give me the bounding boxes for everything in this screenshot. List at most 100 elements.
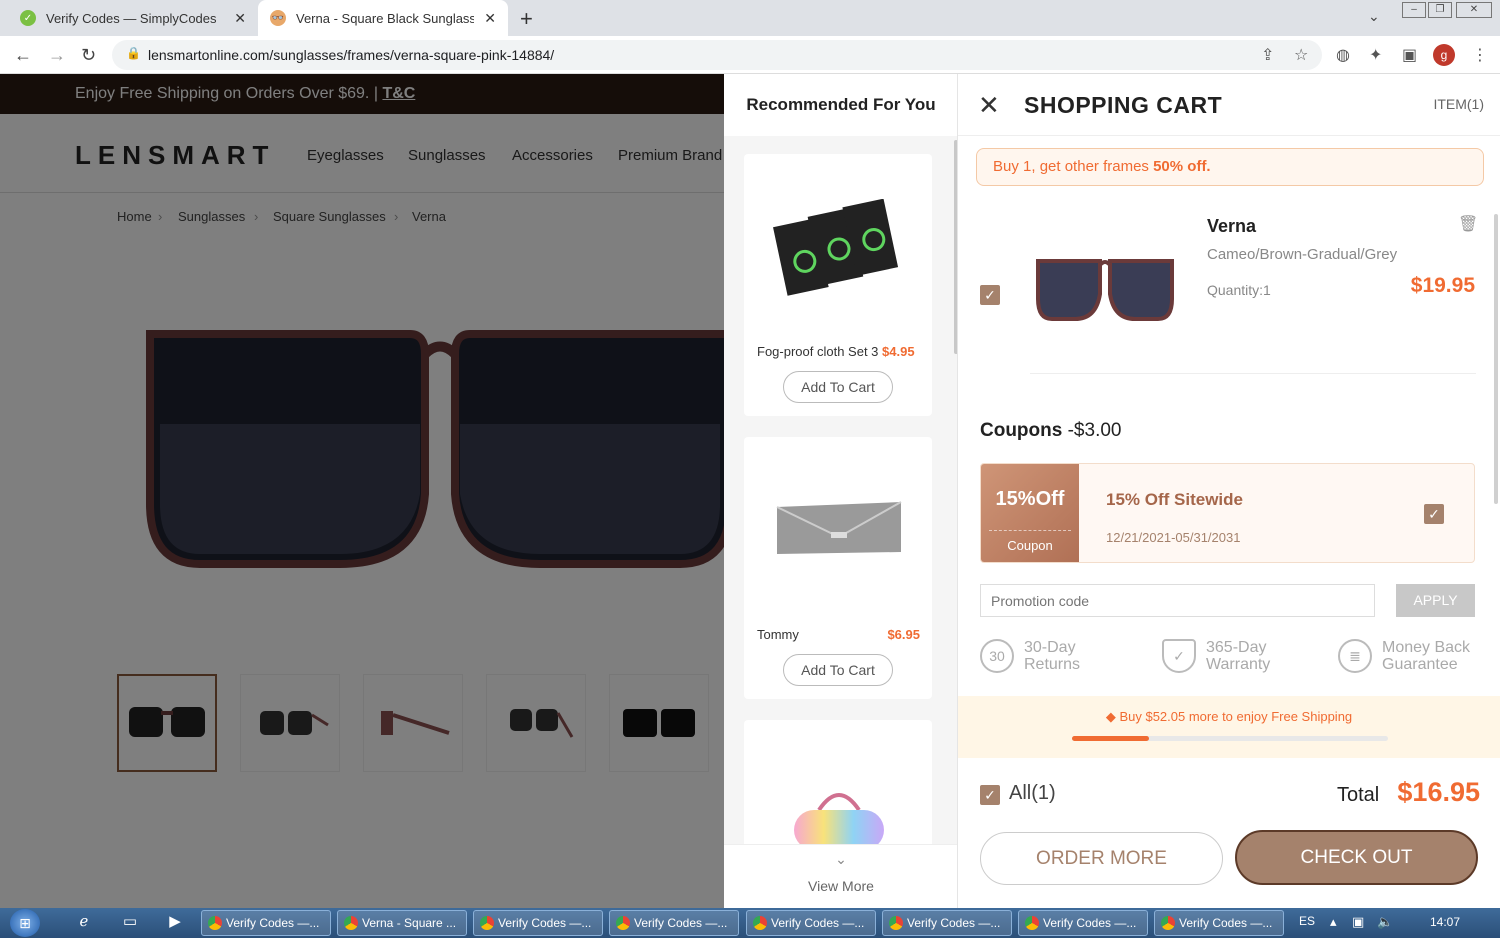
product-checkbox[interactable]: ✓ bbox=[980, 285, 1000, 305]
close-icon[interactable]: ✕ bbox=[978, 90, 1000, 121]
cart-scrollbar[interactable] bbox=[1494, 214, 1498, 504]
modal-overlay[interactable] bbox=[0, 74, 724, 908]
product-price: $19.95 bbox=[1410, 274, 1475, 297]
recommended-item-price: $6.95 bbox=[887, 627, 920, 642]
minimize-button[interactable]: – bbox=[1402, 2, 1426, 18]
coupons-heading: Coupons -$3.00 bbox=[980, 420, 1121, 442]
forward-icon[interactable]: → bbox=[48, 45, 66, 66]
taskbar-window-button[interactable]: Verify Codes —... bbox=[201, 910, 331, 936]
taskbar-clock[interactable]: 14:07 bbox=[1430, 915, 1460, 929]
reload-icon[interactable]: ↻ bbox=[81, 45, 96, 66]
tab-search-icon[interactable]: ⌄ bbox=[1368, 8, 1380, 25]
taskbar-window-button[interactable]: Verify Codes —... bbox=[746, 910, 876, 936]
apply-button[interactable]: APPLY bbox=[1396, 584, 1475, 617]
shipping-message: Buy $52.05 more to enjoy Free Shipping bbox=[1119, 709, 1353, 724]
order-more-button[interactable]: ORDER MORE bbox=[980, 832, 1223, 885]
chrome-icon bbox=[208, 916, 222, 930]
new-tab-button[interactable]: + bbox=[520, 6, 533, 32]
select-all-checkbox[interactable]: ✓ bbox=[980, 785, 1000, 805]
add-to-cart-button[interactable]: Add To Cart bbox=[783, 654, 893, 686]
product-image bbox=[1036, 259, 1174, 321]
tag-icon: ◆ bbox=[1105, 709, 1116, 724]
volume-icon[interactable]: 🔈 bbox=[1377, 914, 1393, 930]
recommended-item-name: Fog-proof cloth Set 3 $4.95 bbox=[757, 344, 915, 359]
fog-cloth-image bbox=[764, 184, 914, 314]
product-name: Verna bbox=[1207, 216, 1257, 236]
money-back-icon: ≣ bbox=[1338, 639, 1372, 673]
taskbar-window-button[interactable]: Verify Codes —... bbox=[473, 910, 603, 936]
promotion-code-input[interactable] bbox=[980, 584, 1375, 617]
offer-highlight: 50% off. bbox=[1153, 158, 1211, 175]
view-more-button[interactable]: ⌄ View More bbox=[724, 844, 957, 908]
recommended-card: Fog-proof cloth Set 3 $4.95 Add To Cart bbox=[744, 154, 932, 416]
media-player-icon[interactable]: ▶ bbox=[165, 912, 185, 932]
internet-explorer-icon[interactable]: ℯ bbox=[74, 912, 94, 932]
frames-offer-banner: Buy 1, get other frames 50% off. bbox=[976, 148, 1484, 186]
coupons-label: Coupons bbox=[980, 420, 1063, 441]
restore-button[interactable]: ❐ bbox=[1428, 2, 1452, 18]
taskbar-window-button[interactable]: Verna - Square ... bbox=[337, 910, 467, 936]
chrome-icon bbox=[616, 916, 630, 930]
url-input[interactable]: lensmartonline.com/sunglasses/frames/ver… bbox=[112, 40, 1322, 70]
glasses-case-image bbox=[764, 467, 914, 597]
share-icon[interactable]: ⇪ bbox=[1261, 45, 1274, 65]
close-tab-icon[interactable]: ✕ bbox=[234, 10, 246, 27]
chrome-icon bbox=[1161, 916, 1175, 930]
coupon-card[interactable]: 15%Off Coupon 15% Off Sitewide 12/21/202… bbox=[980, 463, 1475, 563]
coupon-badge: 15%Off Coupon bbox=[981, 464, 1079, 562]
sidepanel-icon[interactable]: ▣ bbox=[1402, 45, 1417, 65]
add-to-cart-button[interactable]: Add To Cart bbox=[783, 371, 893, 403]
free-shipping-notice: ◆ Buy $52.05 more to enjoy Free Shipping bbox=[958, 696, 1500, 758]
coupon-badge-label: Coupon bbox=[1007, 538, 1053, 553]
coupon-badge-percent: 15%Off bbox=[995, 488, 1065, 510]
product-quantity: Quantity:1 bbox=[1207, 282, 1271, 298]
browser-tab-lensmart[interactable]: 👓 Verna - Square Black Sunglasses ✕ bbox=[258, 0, 508, 36]
file-explorer-icon[interactable]: ▭ bbox=[120, 912, 140, 932]
language-indicator[interactable]: ES bbox=[1299, 914, 1315, 928]
chrome-icon bbox=[480, 916, 494, 930]
translate-icon[interactable]: ◍ bbox=[1336, 45, 1350, 65]
back-icon[interactable]: ← bbox=[14, 45, 32, 66]
network-icon[interactable]: ▣ bbox=[1352, 914, 1364, 930]
start-button[interactable]: ⊞ bbox=[10, 909, 40, 937]
close-tab-icon[interactable]: ✕ bbox=[484, 10, 496, 27]
tab-title: Verify Codes — SimplyCodes bbox=[46, 10, 217, 26]
taskbar-window-button[interactable]: Verify Codes —... bbox=[1018, 910, 1148, 936]
chrome-icon bbox=[344, 916, 358, 930]
browser-tab-simplycodes[interactable]: ✓ Verify Codes — SimplyCodes ✕ bbox=[8, 0, 258, 36]
coupon-name: 15% Off Sitewide bbox=[1106, 490, 1243, 509]
shipping-progress-fill bbox=[1072, 736, 1149, 741]
view-more-label: View More bbox=[808, 878, 874, 894]
shopping-cart-panel: ✕ SHOPPING CART ITEM(1) Buy 1, get other… bbox=[958, 74, 1500, 908]
divider bbox=[1030, 373, 1476, 374]
simplycodes-icon: ✓ bbox=[20, 10, 36, 26]
extensions-icon[interactable]: ✦ bbox=[1369, 45, 1382, 65]
coupons-discount: -$3.00 bbox=[1067, 420, 1122, 441]
menu-kebab-icon[interactable]: ⋮ bbox=[1472, 45, 1488, 65]
coupon-dates: 12/21/2021-05/31/2031 bbox=[1106, 530, 1241, 545]
recommended-card: Tommy $6.95 Add To Cart bbox=[744, 437, 932, 699]
taskbar-window-button[interactable]: Verify Codes —... bbox=[609, 910, 739, 936]
offer-text: Buy 1, get other frames bbox=[993, 158, 1149, 175]
recommended-panel: Recommended For You Fog-proof cloth Set … bbox=[724, 74, 958, 908]
product-color: Cameo/Brown-Gradual/Grey bbox=[1207, 246, 1398, 263]
coupon-checkbox[interactable]: ✓ bbox=[1424, 504, 1444, 524]
tab-title: Verna - Square Black Sunglasses bbox=[296, 10, 475, 26]
returns-30-icon: 30 bbox=[980, 639, 1014, 673]
taskbar-window-button[interactable]: Verify Codes —... bbox=[882, 910, 1012, 936]
trash-icon[interactable]: 🗑 bbox=[1458, 214, 1478, 234]
checkout-button[interactable]: CHECK OUT bbox=[1235, 830, 1478, 885]
cart-title: SHOPPING CART bbox=[1024, 92, 1223, 118]
chrome-icon bbox=[1025, 916, 1039, 930]
select-all-label[interactable]: All(1) bbox=[1009, 782, 1056, 805]
tray-expand-icon[interactable]: ▴ bbox=[1330, 914, 1337, 930]
chrome-icon bbox=[889, 916, 903, 930]
lock-icon[interactable]: 🔒 bbox=[126, 46, 141, 60]
cart-item-count: ITEM(1) bbox=[1433, 96, 1484, 112]
taskbar-window-button[interactable]: Verify Codes —... bbox=[1154, 910, 1284, 936]
close-window-button[interactable]: ✕ bbox=[1456, 2, 1492, 18]
bookmark-star-icon[interactable]: ☆ bbox=[1294, 45, 1308, 65]
recommended-title: Recommended For You bbox=[724, 74, 957, 136]
profile-avatar[interactable]: g bbox=[1433, 44, 1455, 66]
chevron-double-down-icon: ⌄ bbox=[835, 851, 847, 867]
